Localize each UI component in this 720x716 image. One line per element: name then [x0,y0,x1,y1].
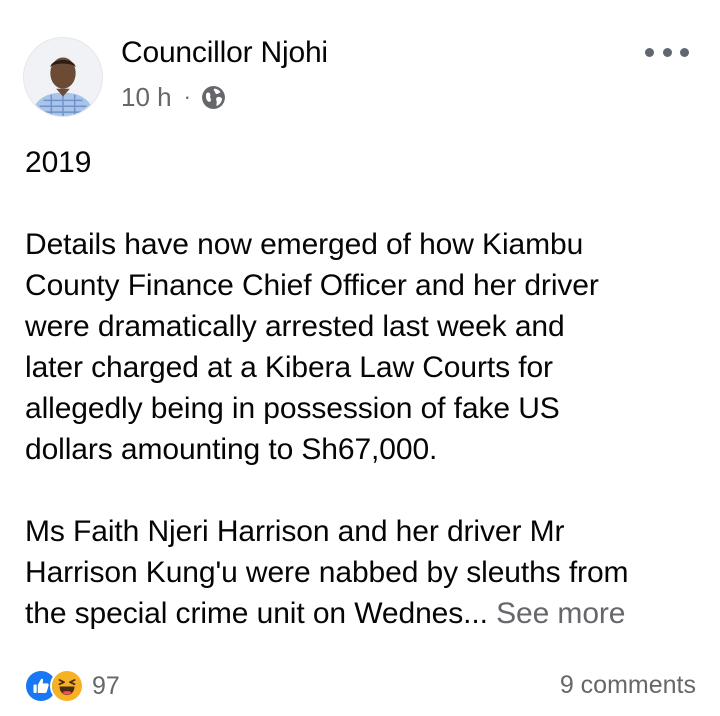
post-line-last: the special crime unit on Wednes... See … [25,593,705,634]
post-line: Details have now emerged of how Kiambu [25,228,584,261]
more-options-icon [680,47,689,57]
post-timestamp[interactable]: 10 h [121,82,172,113]
avatar-image [24,38,102,116]
comments-count-link[interactable]: 9 comments [560,671,696,700]
author-avatar[interactable] [23,37,103,117]
more-options-icon [662,47,672,57]
post-line: allegedly being in possession of fake US [25,392,560,425]
meta-separator: · [183,84,191,109]
post-paragraph-gap [25,470,705,511]
post-meta: 10 h · [121,80,226,114]
post-paragraph-gap [25,183,705,224]
post-truncated-text: the special crime unit on Wednes... [25,597,488,630]
haha-icon [50,669,84,703]
post-line: were dramatically arrested last week and [25,310,565,343]
post-line: 2019 [25,146,92,179]
post-line: later charged at a Kibera Law Courts for [25,351,553,384]
post-line: County Finance Chief Officer and her dri… [25,269,599,302]
more-options-button[interactable] [645,40,689,64]
more-options-icon [645,47,654,57]
post-line: Ms Faith Njeri Harrison and her driver M… [25,515,565,548]
reaction-count: 97 [92,671,120,700]
reactions-summary[interactable]: 97 [24,669,120,703]
see-more-link[interactable]: See more [496,597,625,630]
author-name[interactable]: Councillor Njohi [121,36,328,70]
post-body: 2019 Details have now emerged of how Kia… [25,142,705,634]
post-line: Harrison Kung'u were nabbed by sleuths f… [25,556,629,589]
post-line: dollars amounting to Sh67,000. [25,433,438,466]
globe-icon[interactable] [201,85,226,110]
